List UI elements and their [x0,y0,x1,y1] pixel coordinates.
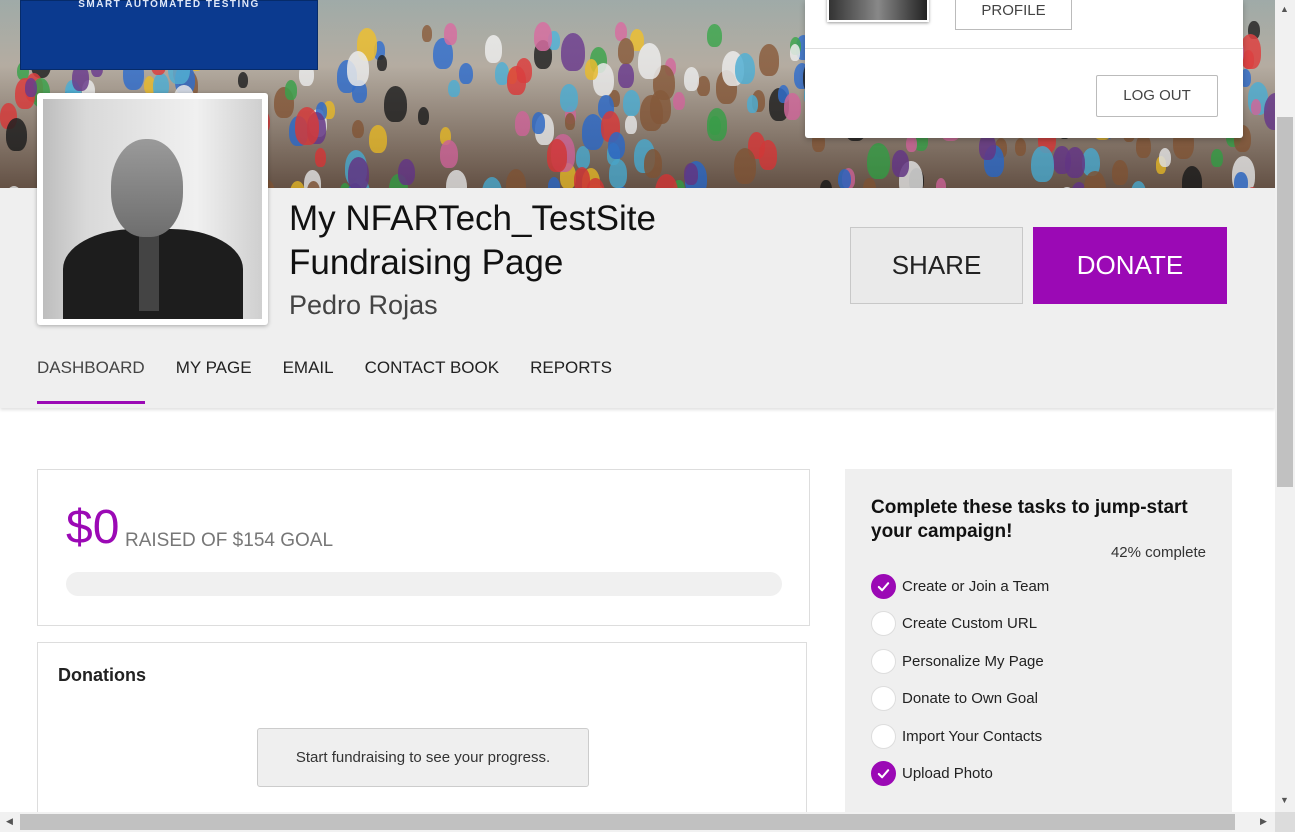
empty-circle-icon [871,724,896,749]
page-title: My NFARTech_TestSite Fundraising Page [289,199,656,282]
donations-title: Donations [58,665,146,685]
goal-label: RAISED OF $154 GOAL [125,530,334,551]
checkmark-icon [871,761,896,786]
logo-text: SMART AUTOMATED TESTING [78,0,260,10]
checkmark-icon [871,574,896,599]
task-item[interactable]: Personalize My Page [871,649,1044,674]
task-label: Upload Photo [902,765,993,782]
donations-card: Donations Start fundraising to see your … [37,642,807,822]
task-item[interactable]: Create or Join a Team [871,574,1049,599]
scroll-down-icon[interactable]: ▼ [1280,795,1289,805]
empty-circle-icon [871,686,896,711]
task-label: Personalize My Page [902,653,1044,670]
donations-empty-message: Start fundraising to see your progress. [257,728,589,787]
raised-amount: $0 [66,501,120,554]
task-label: Import Your Contacts [902,728,1043,745]
vertical-scrollbar[interactable]: ▲ ▼ [1275,0,1295,812]
empty-circle-icon [871,649,896,674]
task-item[interactable]: Create Custom URL [871,611,1037,636]
task-item[interactable]: Donate to Own Goal [871,686,1038,711]
tab-dashboard[interactable]: DASHBOARD [37,358,145,404]
main-nav: DASHBOARD MY PAGE EMAIL CONTACT BOOK REP… [37,358,612,404]
donate-button[interactable]: DONATE [1033,227,1227,304]
scroll-left-icon[interactable]: ◀ [6,816,13,827]
tab-email[interactable]: EMAIL [283,358,334,404]
share-button[interactable]: SHARE [850,227,1023,304]
goal-progress-bar [66,572,782,596]
vertical-scroll-thumb[interactable] [1277,117,1293,487]
horizontal-scrollbar[interactable]: ◀ ▶ [0,812,1275,832]
avatar[interactable] [37,93,268,325]
profile-dropdown: PROFILE LOG OUT [805,0,1243,138]
tasks-progress: 42% complete [1110,544,1206,561]
goal-card: $0 RAISED OF $154 GOAL [37,469,810,626]
profile-thumbnail [827,0,929,22]
tasks-panel: Complete these tasks to jump-start your … [845,469,1232,814]
profile-photo [43,99,262,319]
empty-circle-icon [871,611,896,636]
logout-button[interactable]: LOG OUT [1096,75,1218,117]
scroll-right-icon[interactable]: ▶ [1260,816,1267,827]
horizontal-scroll-thumb[interactable] [20,814,1235,830]
tab-my-page[interactable]: MY PAGE [176,358,252,404]
tasks-title: Complete these tasks to jump-start your … [871,497,1188,542]
page-owner: Pedro Rojas [289,290,438,320]
task-label: Create Custom URL [902,615,1038,632]
task-item[interactable]: Upload Photo [871,761,993,786]
scroll-up-icon[interactable]: ▲ [1280,4,1289,14]
task-label: Create or Join a Team [902,578,1050,595]
task-label: Donate to Own Goal [902,690,1038,707]
task-item[interactable]: Import Your Contacts [871,724,1042,749]
tab-contact-book[interactable]: CONTACT BOOK [365,358,499,404]
profile-button[interactable]: PROFILE [955,0,1072,30]
dropdown-divider [805,48,1243,49]
tab-reports[interactable]: REPORTS [530,358,612,404]
site-logo[interactable]: SMART AUTOMATED TESTING [20,0,318,70]
